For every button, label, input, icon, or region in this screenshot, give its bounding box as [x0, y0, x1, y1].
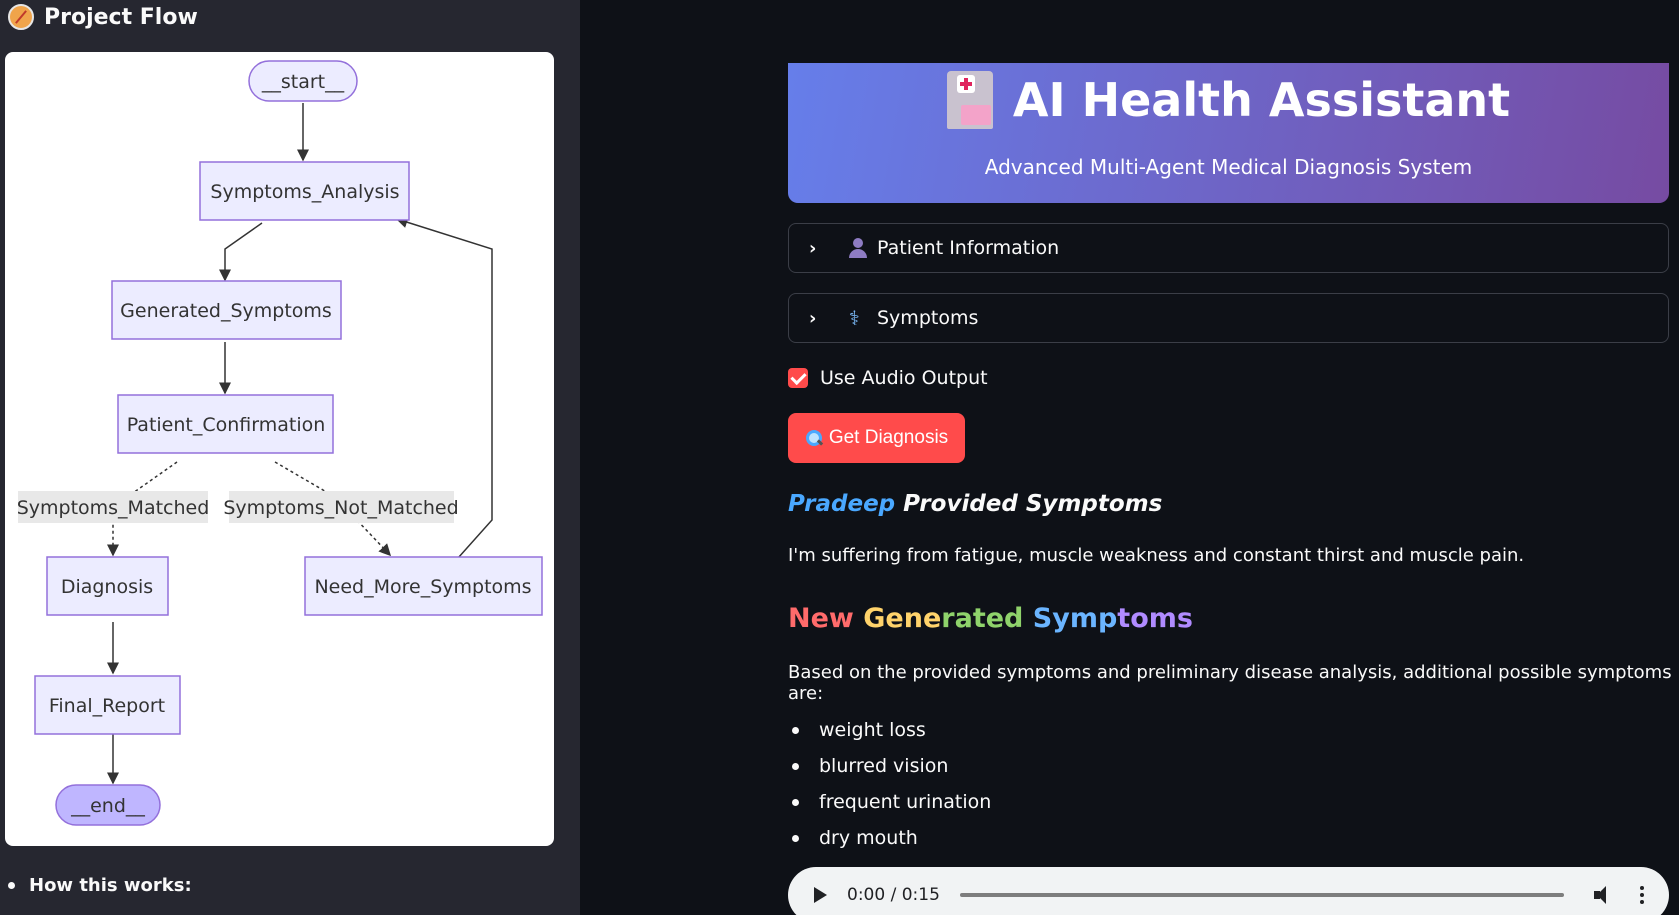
node-symptoms-analysis-label: Symptoms_Analysis — [210, 181, 399, 203]
header-subtitle: Advanced Multi-Agent Medical Diagnosis S… — [984, 155, 1473, 179]
patient-information-label: Patient Information — [877, 237, 1060, 259]
use-audio-output[interactable]: Use Audio Output — [788, 367, 988, 389]
heading-part: Gene — [863, 603, 942, 634]
heading-part: rated — [941, 603, 1024, 634]
list-item: weight loss — [788, 712, 991, 748]
get-diagnosis-button[interactable]: Get Diagnosis — [788, 413, 965, 463]
volume-icon[interactable] — [1593, 886, 1614, 904]
header-banner: AI Health Assistant Advanced Multi-Agent… — [788, 63, 1669, 203]
use-audio-output-label: Use Audio Output — [820, 367, 988, 389]
chevron-right-icon: › — [809, 237, 817, 259]
heading-part: Symp — [1032, 603, 1118, 634]
node-start-label: __start__ — [261, 71, 345, 93]
patient-information-expander[interactable]: › Patient Information — [788, 223, 1669, 273]
use-audio-output-checkbox[interactable] — [788, 368, 808, 388]
play-icon[interactable] — [814, 887, 827, 903]
heading-part: toms — [1117, 603, 1193, 634]
hospital-icon — [946, 71, 993, 129]
heading-part: New — [788, 603, 854, 634]
main-content: AI Health Assistant Advanced Multi-Agent… — [580, 0, 1679, 915]
edge-analysis-generated — [219, 222, 263, 282]
list-item: blurred vision — [788, 748, 991, 784]
list-item-text: weight loss — [819, 719, 926, 741]
person-icon — [849, 238, 867, 258]
sidebar-title: Project Flow — [8, 3, 198, 31]
list-item: dry mouth — [788, 820, 991, 856]
sidebar-title-text: Project Flow — [44, 4, 198, 30]
how-this-works-label: How this works: — [29, 875, 192, 896]
symptoms-expander[interactable]: › ⚕ Symptoms — [788, 293, 1669, 343]
list-item: frequent urination — [788, 784, 991, 820]
audio-time: 0:00 / 0:15 — [847, 885, 940, 905]
how-this-works: How this works: — [8, 875, 192, 896]
generated-symptoms-list: weight loss blurred vision frequent urin… — [788, 712, 991, 856]
edge-label-matched: Symptoms_Matched — [17, 497, 210, 519]
audio-player: 0:00 / 0:15 — [788, 867, 1669, 915]
node-end-label: __end__ — [70, 795, 145, 817]
audio-progress-bar[interactable] — [959, 893, 1564, 897]
header-title-text: AI Health Assistant — [1012, 73, 1511, 127]
symptoms-label: Symptoms — [877, 307, 979, 329]
sidebar: Project Flow Symptoms_Matched Symptoms_N… — [0, 0, 580, 915]
magnifier-icon — [805, 429, 823, 447]
provided-symptoms-heading-text: Provided Symptoms — [903, 491, 1163, 517]
node-final-report-label: Final_Report — [49, 695, 165, 717]
node-diagnosis-label: Diagnosis — [61, 576, 153, 598]
header-title: AI Health Assistant — [788, 71, 1669, 129]
stethoscope-icon: ⚕ — [849, 306, 860, 330]
compass-icon — [8, 4, 34, 30]
provided-symptoms-heading: Pradeep Provided Symptoms — [788, 491, 1162, 517]
flow-diagram: Symptoms_Matched Symptoms_Not_Matched __… — [5, 52, 554, 846]
edge-label-not-matched: Symptoms_Not_Matched — [223, 497, 458, 519]
more-options-icon[interactable] — [1639, 886, 1644, 904]
flow-graph: Symptoms_Matched Symptoms_Not_Matched __… — [17, 60, 543, 826]
get-diagnosis-label: Get Diagnosis — [828, 427, 949, 448]
generated-symptoms-intro: Based on the provided symptoms and preli… — [788, 662, 1672, 704]
bullet — [8, 882, 15, 889]
node-generated-symptoms-label: Generated_Symptoms — [120, 300, 332, 322]
patient-name: Pradeep — [788, 491, 896, 517]
provided-symptoms-text: I'm suffering from fatigue, muscle weakn… — [788, 545, 1525, 566]
node-patient-confirmation-label: Patient_Confirmation — [127, 414, 326, 436]
list-item-text: dry mouth — [819, 827, 918, 849]
node-need-more-symptoms-label: Need_More_Symptoms — [314, 576, 531, 598]
generated-symptoms-heading: New Generated Symptoms — [788, 603, 1193, 634]
list-item-text: frequent urination — [819, 791, 992, 813]
list-item-text: blurred vision — [819, 755, 949, 777]
chevron-right-icon: › — [809, 307, 817, 329]
